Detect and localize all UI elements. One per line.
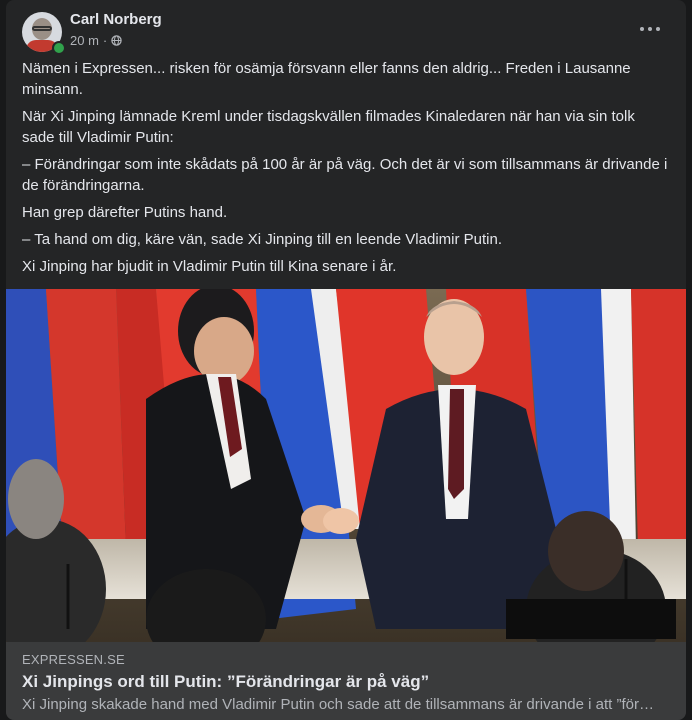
avatar-glasses bbox=[32, 26, 52, 31]
post-body: Nämen i Expressen... risken för osämja f… bbox=[22, 58, 670, 283]
globe-icon[interactable] bbox=[111, 35, 122, 46]
post-card: Carl Norberg 20 m · Nämen i Expressen...… bbox=[6, 0, 686, 720]
link-description: Xi Jinping skakade hand med Vladimir Put… bbox=[22, 696, 654, 713]
post-paragraph: Nämen i Expressen... risken för osämja f… bbox=[22, 60, 631, 98]
online-status-icon bbox=[52, 41, 66, 55]
post-time[interactable]: 20 m bbox=[70, 33, 99, 48]
link-preview-image[interactable] bbox=[6, 289, 686, 642]
more-options-icon[interactable] bbox=[638, 18, 666, 38]
meta-separator: · bbox=[102, 33, 108, 48]
post-paragraph: – Ta hand om dig, käre vän, sade Xi Jinp… bbox=[22, 231, 503, 248]
post-paragraph: När Xi Jinping lämnade Kreml under tisda… bbox=[22, 108, 635, 146]
link-preview[interactable]: EXPRESSEN.SE Xi Jinpings ord till Putin:… bbox=[6, 642, 686, 720]
author-name[interactable]: Carl Norberg bbox=[70, 11, 162, 28]
post-paragraph: Han grep därefter Putins hand. bbox=[22, 204, 228, 221]
post-header: Carl Norberg 20 m · bbox=[6, 0, 686, 56]
link-title[interactable]: Xi Jinpings ord till Putin: ”Förändringa… bbox=[22, 672, 429, 692]
post-paragraph: Xi Jinping har bjudit in Vladimir Putin … bbox=[22, 258, 397, 275]
link-domain: EXPRESSEN.SE bbox=[22, 652, 125, 667]
post-paragraph: – Förändringar som inte skådats på 100 å… bbox=[22, 156, 668, 194]
post-meta: 20 m · bbox=[70, 33, 122, 48]
